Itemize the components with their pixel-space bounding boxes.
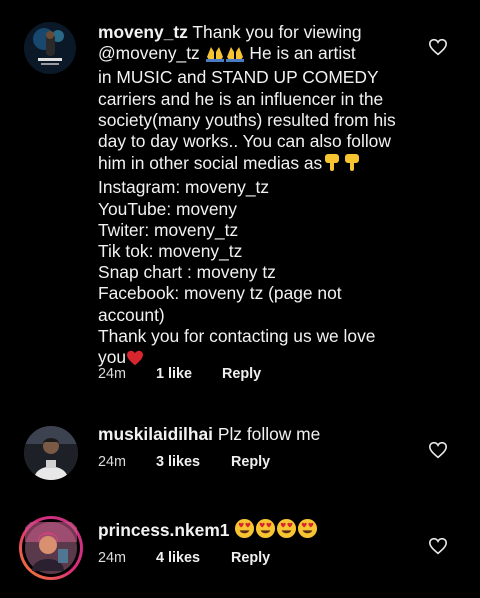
pointing-down-emoji (342, 152, 362, 177)
user-avatar[interactable] (24, 426, 78, 480)
pointing-down-emoji (322, 152, 342, 177)
reply-button[interactable]: Reply (231, 454, 270, 470)
comment-text: muskilaidilhai Plz follow me (98, 424, 321, 444)
likes-count[interactable]: 4 likes (156, 549, 231, 567)
comment-text: moveny_tz Thank you for viewing @moveny_… (98, 22, 416, 371)
reply-button[interactable]: Reply (231, 550, 270, 566)
comment-meta: 24m 4 likes Reply (98, 549, 270, 567)
username[interactable]: princess.nkem1 (98, 520, 229, 540)
comment-item: moveny_tz Thank you for viewing @moveny_… (0, 0, 480, 400)
like-heart-icon[interactable] (428, 537, 448, 555)
heart-eyes-emoji (297, 518, 318, 544)
comment-time: 24m (98, 366, 126, 382)
story-ring-avatar[interactable] (18, 515, 84, 581)
like-heart-icon[interactable] (428, 38, 448, 56)
comment-item: muskilaidilhai Plz follow me 24m 3 likes R… (0, 420, 480, 500)
folded-hands-emoji (205, 44, 225, 67)
comment-meta: 24m 1 like Reply (98, 365, 261, 383)
folded-hands-emoji (225, 44, 245, 67)
comment-text: princess.nkem1 (98, 518, 416, 544)
reply-button[interactable]: Reply (222, 366, 261, 382)
likes-count[interactable]: 3 likes (156, 453, 231, 471)
username[interactable]: moveny_tz (98, 22, 188, 42)
like-heart-icon[interactable] (428, 441, 448, 459)
comment-meta: 24m 3 likes Reply (98, 453, 270, 471)
heart-eyes-emoji (276, 518, 297, 544)
likes-count[interactable]: 1 like (156, 365, 222, 383)
user-avatar[interactable] (24, 22, 76, 74)
heart-eyes-emoji (255, 518, 276, 544)
username[interactable]: muskilaidilhai (98, 424, 213, 444)
comment-item: princess.nkem1 24m 4 likes Reply (0, 510, 480, 598)
comment-time: 24m (98, 550, 126, 566)
comment-time: 24m (98, 454, 126, 470)
heart-eyes-emoji (234, 518, 255, 544)
